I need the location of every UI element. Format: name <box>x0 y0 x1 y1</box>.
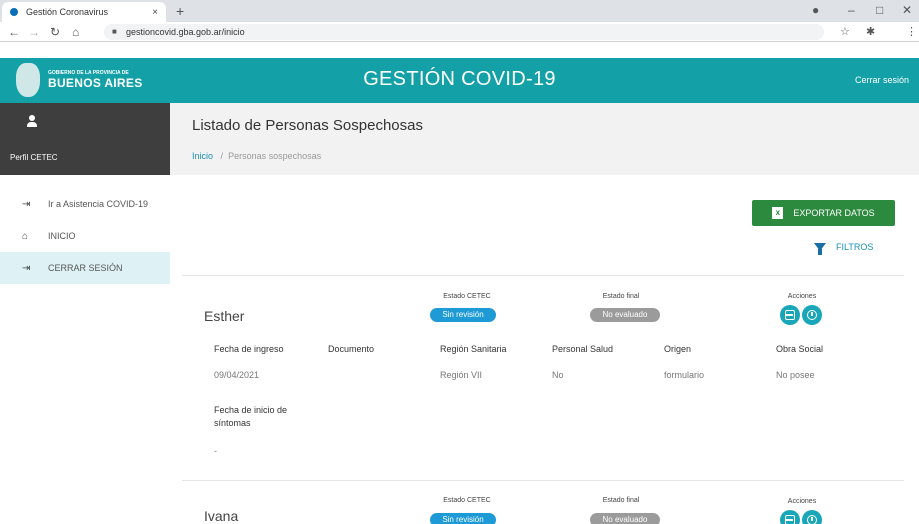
estado-cetec-label: Estado CETEC <box>443 293 491 300</box>
person-card: Ivana Estado CETEC Sin revisión Estado f… <box>182 481 904 524</box>
sidebar-item-asistencia[interactable]: ⇥ Ir a Asistencia COVID-19 <box>0 188 170 220</box>
documento-header: Documento <box>328 344 375 354</box>
list-icon <box>785 515 795 524</box>
personal-salud-value: No <box>552 370 564 380</box>
sidebar-menu: ⇥ Ir a Asistencia COVID-19 ⌂ INICIO ⇥ CE… <box>0 188 170 284</box>
back-icon[interactable]: ← <box>8 25 20 39</box>
restore-icon[interactable]: □ <box>876 3 883 17</box>
tab-close-icon[interactable]: × <box>152 7 158 18</box>
forward-icon[interactable]: → <box>28 25 40 39</box>
detail-button[interactable] <box>780 510 800 524</box>
page-title: Listado de Personas Sospechosas <box>192 117 423 134</box>
home-nav-icon[interactable]: ⌂ <box>72 25 79 39</box>
sidebar-item-inicio[interactable]: ⌂ INICIO <box>0 220 170 252</box>
logout-icon: ⇥ <box>22 262 31 274</box>
history-icon <box>807 310 817 320</box>
obra-social-value: No posee <box>776 370 815 380</box>
url-field[interactable]: ■ gestioncovid.gba.gob.ar/inicio <box>104 24 824 40</box>
tab-title: Gestión Coronavirus <box>26 7 109 17</box>
estado-final-badge: No evaluado <box>590 308 660 322</box>
url-text: gestioncovid.gba.gob.ar/inicio <box>126 27 245 37</box>
origen-value: formulario <box>664 370 705 380</box>
sidebar-item-cerrar-sesion[interactable]: ⇥ CERRAR SESIÓN <box>0 252 170 284</box>
logout-link[interactable]: Cerrar sesión <box>855 75 909 85</box>
favicon-icon <box>10 8 18 16</box>
person-name: Esther <box>204 308 245 324</box>
page-header: Listado de Personas Sospechosas Inicio /… <box>170 103 919 175</box>
region-header: Región Sanitaria <box>440 344 507 354</box>
address-bar: ← → ↻ ⌂ ■ gestioncovid.gba.gob.ar/inicio… <box>0 22 919 42</box>
menu-kebab-icon[interactable]: ⋮ <box>906 25 917 38</box>
filters-button[interactable]: FILTROS <box>814 242 874 255</box>
excel-icon: x <box>772 207 784 219</box>
estado-cetec-badge: Sin revisión <box>430 308 496 322</box>
estado-cetec-label: Estado CETEC <box>443 497 491 504</box>
breadcrumb: Inicio / Personas sospechosas <box>192 151 321 161</box>
acciones-label: Acciones <box>787 293 817 300</box>
home-icon: ⌂ <box>22 230 29 242</box>
history-button[interactable] <box>802 510 822 524</box>
browser-tab[interactable]: Gestión Coronavirus × <box>2 2 166 22</box>
window-close-icon[interactable]: ✕ <box>902 3 912 17</box>
obra-social-header: Obra Social <box>776 344 824 354</box>
origen-header: Origen <box>664 344 692 354</box>
estado-final-badge: No evaluado <box>590 513 660 524</box>
profile-icon[interactable]: ● <box>812 3 819 17</box>
personal-salud-header: Personal Salud <box>552 344 614 354</box>
sidebar-item-label: Ir a Asistencia COVID-19 <box>48 199 149 209</box>
minimize-icon[interactable]: – <box>848 3 855 17</box>
app-title: GESTIÓN COVID-19 <box>363 68 556 90</box>
breadcrumb-current: Personas sospechosas <box>228 151 322 161</box>
region-value: Región VII <box>440 370 483 380</box>
breadcrumb-separator: / <box>220 151 224 161</box>
acciones-label: Acciones <box>787 498 817 505</box>
estado-cetec-badge: Sin revisión <box>430 513 496 524</box>
sidebar-item-label: CERRAR SESIÓN <box>48 263 123 273</box>
estado-final-label: Estado final <box>602 497 640 504</box>
extensions-icon[interactable]: ✱ <box>866 25 875 38</box>
lock-icon: ■ <box>112 27 117 36</box>
browser-tab-bar: Gestión Coronavirus × + ● – □ ✕ <box>0 0 919 22</box>
new-tab-button[interactable]: + <box>176 3 184 19</box>
history-button[interactable] <box>802 305 822 325</box>
filter-icon <box>814 243 826 255</box>
export-button[interactable]: x EXPORTAR DATOS <box>752 200 895 226</box>
list-icon <box>785 310 795 320</box>
person-name: Ivana <box>204 508 239 524</box>
profile-panel: Perfil CETEC <box>0 103 170 175</box>
sidebar-item-label: INICIO <box>48 231 76 241</box>
export-label: EXPORTAR DATOS <box>793 208 875 218</box>
fecha-ingreso-value: 09/04/2021 <box>214 370 260 380</box>
estado-final-label: Estado final <box>602 293 640 300</box>
user-icon <box>26 115 38 127</box>
filters-label: FILTROS <box>836 242 874 252</box>
breadcrumb-home[interactable]: Inicio <box>192 151 213 161</box>
detail-button[interactable] <box>780 305 800 325</box>
app-header: GOBIERNO DE LA PROVINCIA DE BUENOS AIRES… <box>0 58 919 103</box>
history-icon <box>807 515 817 524</box>
login-icon: ⇥ <box>22 198 31 210</box>
reload-icon[interactable]: ↻ <box>50 25 60 39</box>
profile-name: Perfil CETEC <box>10 153 58 162</box>
fecha-sintomas-header: Fecha de inicio de síntomas <box>214 405 288 428</box>
fecha-sintomas-value: - <box>214 446 217 456</box>
person-card: Esther Estado CETEC Sin revisión Estado … <box>182 276 904 481</box>
bookmark-star-icon[interactable]: ☆ <box>840 25 850 38</box>
fecha-ingreso-header: Fecha de ingreso <box>214 344 284 354</box>
